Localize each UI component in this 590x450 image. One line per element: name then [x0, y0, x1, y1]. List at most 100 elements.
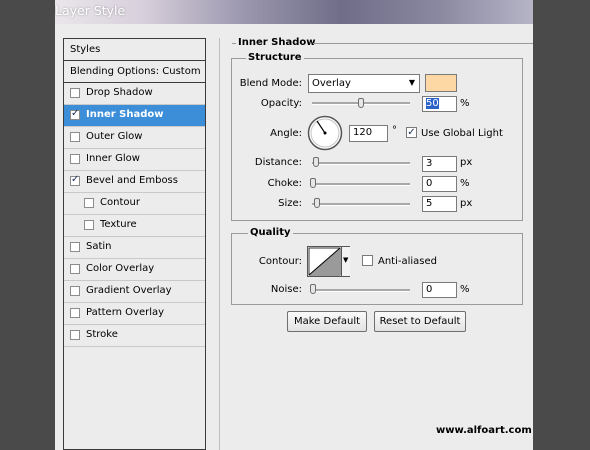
- style-item-checkbox[interactable]: [70, 132, 80, 142]
- structure-title: Structure: [246, 52, 304, 63]
- watermark: www.alfoart.com: [436, 425, 532, 436]
- distance-input[interactable]: 3: [422, 156, 457, 172]
- size-slider-thumb[interactable]: [314, 198, 320, 208]
- blend-mode-select[interactable]: Overlay ▼: [308, 74, 420, 93]
- blend-mode-value: Overlay: [312, 78, 351, 89]
- style-item-inner-shadow[interactable]: Inner Shadow: [64, 105, 205, 127]
- size-input[interactable]: 5: [422, 196, 457, 212]
- blending-options-label: Blending Options: Custom: [70, 66, 201, 77]
- angle-dial-icon: [307, 115, 343, 151]
- style-item-bevel-and-emboss[interactable]: Bevel and Emboss: [64, 171, 205, 193]
- choke-input[interactable]: 0: [422, 176, 457, 192]
- style-item-satin[interactable]: Satin: [64, 237, 205, 259]
- style-item-label: Satin: [86, 241, 112, 252]
- styles-header-label: Styles: [70, 44, 101, 55]
- style-item-label: Contour: [100, 197, 140, 208]
- make-default-button[interactable]: Make Default: [287, 311, 367, 332]
- choke-slider-track[interactable]: [312, 183, 410, 186]
- style-item-label: Pattern Overlay: [86, 307, 165, 318]
- style-item-checkbox[interactable]: [70, 308, 80, 318]
- style-item-label: Inner Glow: [86, 153, 140, 164]
- style-item-inner-glow[interactable]: Inner Glow: [64, 149, 205, 171]
- style-item-color-overlay[interactable]: Color Overlay: [64, 259, 205, 281]
- opacity-slider-thumb[interactable]: [358, 98, 364, 108]
- style-item-label: Outer Glow: [86, 131, 143, 142]
- panel-title-rule-left: [232, 43, 236, 44]
- noise-slider-track[interactable]: [312, 289, 410, 292]
- opacity-value: 50: [426, 98, 439, 109]
- window-title: Layer Style: [55, 3, 126, 18]
- style-item-drop-shadow[interactable]: Drop Shadow: [64, 83, 205, 105]
- distance-value: 3: [426, 158, 433, 169]
- style-item-gradient-overlay[interactable]: Gradient Overlay: [64, 281, 205, 303]
- style-item-checkbox[interactable]: [70, 174, 80, 186]
- style-item-label: Gradient Overlay: [86, 285, 172, 296]
- angle-unit: °: [392, 125, 397, 136]
- choke-unit: %: [460, 178, 470, 189]
- style-item-label: Color Overlay: [86, 263, 155, 274]
- style-item-outer-glow[interactable]: Outer Glow: [64, 127, 205, 149]
- noise-value: 0: [426, 284, 433, 295]
- style-item-label: Inner Shadow: [86, 109, 164, 120]
- angle-dial[interactable]: [307, 115, 343, 151]
- style-item-label: Drop Shadow: [86, 87, 153, 98]
- choke-slider-thumb[interactable]: [310, 178, 316, 188]
- blend-mode-label: Blend Mode:: [239, 78, 302, 89]
- opacity-input[interactable]: 50: [422, 96, 457, 112]
- shadow-color-swatch[interactable]: [425, 74, 457, 92]
- style-item-label: Bevel and Emboss: [86, 175, 178, 186]
- blending-options-item[interactable]: Blending Options: Custom: [64, 61, 205, 83]
- reset-to-default-button[interactable]: Reset to Default: [374, 311, 466, 332]
- angle-input[interactable]: 120: [349, 125, 388, 142]
- size-slider-track[interactable]: [312, 203, 410, 206]
- style-item-checkbox[interactable]: [70, 88, 80, 98]
- use-global-light-checkbox[interactable]: ✓: [406, 127, 417, 138]
- quality-title: Quality: [248, 227, 293, 238]
- opacity-unit: %: [460, 98, 470, 109]
- size-label: Size:: [278, 198, 302, 209]
- noise-unit: %: [460, 284, 470, 295]
- size-unit: px: [460, 198, 473, 209]
- anti-aliased-label: Anti-aliased: [378, 256, 438, 267]
- styles-list: Styles Blending Options: Custom Drop Sha…: [63, 38, 206, 450]
- style-item-checkbox[interactable]: [70, 242, 80, 252]
- contour-curve-icon: [308, 247, 341, 276]
- style-item-checkbox[interactable]: [84, 220, 94, 230]
- distance-slider-track[interactable]: [312, 162, 410, 165]
- distance-label: Distance:: [254, 157, 302, 168]
- panel-title: Inner Shadow: [238, 37, 316, 48]
- panel-divider: [219, 38, 220, 450]
- choke-label: Choke:: [267, 178, 302, 189]
- style-item-label: Texture: [100, 219, 137, 230]
- style-item-pattern-overlay[interactable]: Pattern Overlay: [64, 303, 205, 325]
- style-item-checkbox[interactable]: [70, 154, 80, 164]
- style-item-checkbox[interactable]: [84, 198, 94, 208]
- style-item-stroke[interactable]: Stroke: [64, 325, 205, 347]
- anti-aliased-checkbox[interactable]: [362, 255, 373, 266]
- contour-dropdown[interactable]: ▼: [341, 247, 350, 276]
- style-item-checkbox[interactable]: [70, 108, 80, 120]
- styles-header[interactable]: Styles: [64, 39, 205, 61]
- angle-label: Angle:: [270, 128, 302, 139]
- angle-value: 120: [353, 127, 373, 138]
- noise-slider-thumb[interactable]: [310, 284, 316, 294]
- chevron-down-icon: ▼: [343, 256, 349, 264]
- contour-picker[interactable]: ▼: [307, 246, 350, 277]
- contour-label: Contour:: [258, 256, 302, 267]
- distance-unit: px: [460, 157, 473, 168]
- size-value: 5: [426, 198, 433, 209]
- use-global-light-label: Use Global Light: [421, 128, 503, 139]
- style-item-label: Stroke: [86, 329, 118, 340]
- style-item-texture[interactable]: Texture: [64, 215, 205, 237]
- choke-value: 0: [426, 178, 433, 189]
- style-item-checkbox[interactable]: [70, 264, 80, 274]
- noise-input[interactable]: 0: [422, 282, 457, 298]
- panel-title-rule-right: [313, 43, 533, 44]
- style-item-checkbox[interactable]: [70, 286, 80, 296]
- distance-slider-thumb[interactable]: [313, 157, 319, 167]
- style-item-contour[interactable]: Contour: [64, 193, 205, 215]
- title-bar: Layer Style: [55, 0, 533, 24]
- opacity-label: Opacity:: [260, 98, 302, 109]
- style-item-checkbox[interactable]: [70, 330, 80, 340]
- noise-label: Noise:: [270, 284, 302, 295]
